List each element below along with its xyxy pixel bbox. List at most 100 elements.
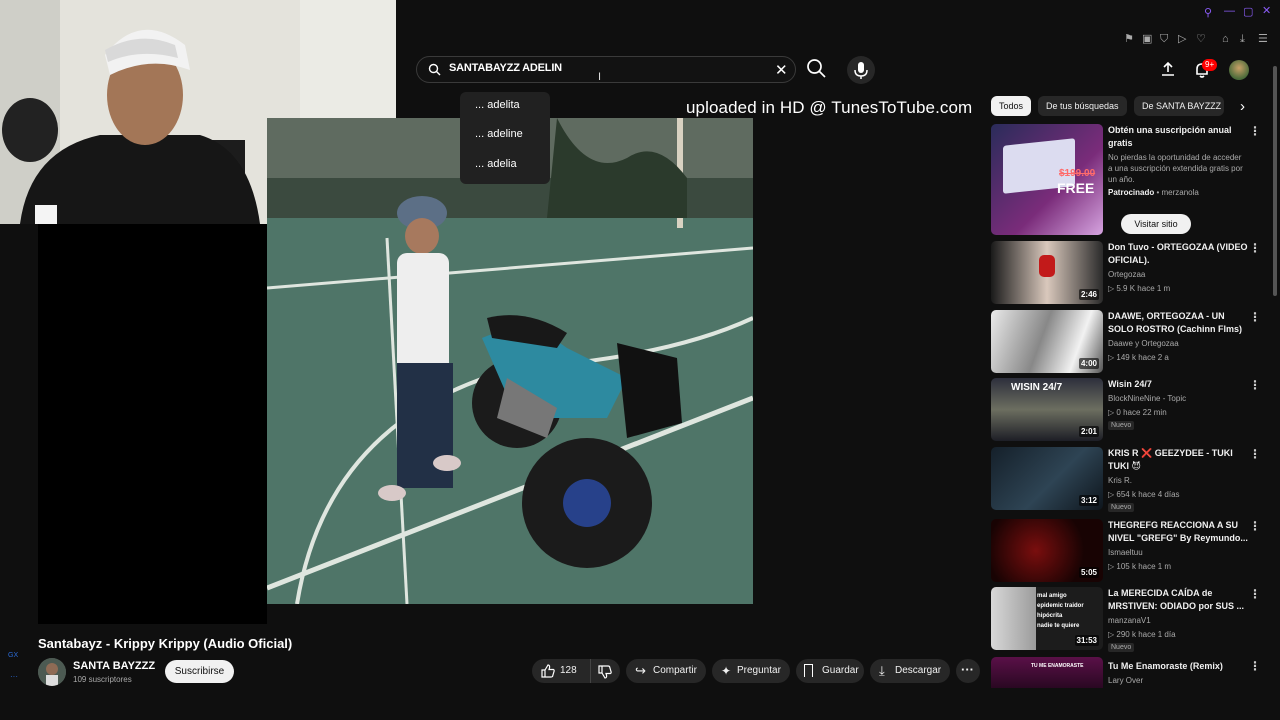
more-options-icon[interactable]: ⋮ — [1249, 124, 1261, 138]
video-meta: ▷ 0 hace 22 min — [1108, 408, 1167, 417]
download-button[interactable]: ⤓ Descargar — [870, 659, 950, 683]
search-bar[interactable]: SANTABAYZZ ADELIN ✕ — [416, 56, 796, 83]
side-app-icon[interactable]: GX — [8, 652, 18, 659]
more-options-icon[interactable]: ⋮ — [1249, 587, 1261, 601]
upload-icon[interactable] — [1159, 60, 1177, 78]
video-title[interactable]: Don Tuvo - ORTEGOZAA (VIDEO OFICIAL). — [1108, 241, 1248, 267]
menu-icon[interactable]: ☰ — [1258, 33, 1268, 45]
ad-thumbnail[interactable]: $199.00 FREE — [991, 124, 1103, 235]
maximize-icon[interactable]: ▢ — [1243, 6, 1253, 18]
chevron-right-icon[interactable]: › — [1240, 98, 1245, 115]
subscribe-button[interactable]: Suscribirse — [165, 660, 234, 683]
play-icon[interactable]: ▷ — [1178, 33, 1186, 45]
video-thumbnail[interactable]: mal amigo epidemic traidor hipócrita nad… — [991, 587, 1103, 650]
view-count: 0 — [1116, 408, 1121, 417]
recommended-video[interactable]: WISIN 24/7 2:01 Wisin 24/7 BlockNineNine… — [991, 378, 1261, 443]
chip-from-searches[interactable]: De tus búsquedas — [1038, 96, 1127, 116]
video-thumbnail[interactable]: WISIN 24/7 2:01 — [991, 378, 1103, 441]
close-window-icon[interactable]: ✕ — [1262, 5, 1271, 17]
channel-name[interactable]: BlockNineNine - Topic — [1108, 394, 1186, 403]
recommended-video[interactable]: 4:00 DAAWE, ORTEGOZAA - UN SOLO ROSTRO (… — [991, 310, 1261, 375]
video-title[interactable]: THEGREFG REACCIONA A SU NIVEL "GREFG" By… — [1108, 519, 1248, 545]
visit-site-button[interactable]: Visitar sitio — [1121, 214, 1191, 234]
ask-button[interactable]: ✦ Preguntar — [712, 659, 790, 683]
side-more-icon[interactable]: ··· — [10, 672, 18, 681]
save-button[interactable]: Guardar — [796, 659, 864, 683]
video-title[interactable]: DAAWE, ORTEGOZAA - UN SOLO ROSTRO (Cachi… — [1108, 310, 1248, 336]
new-badge: Nuevo — [1108, 643, 1135, 652]
suggestion-item[interactable]: ... adeline — [475, 128, 523, 140]
sponsored-ad[interactable]: $199.00 FREE Obtén una suscripción anual… — [991, 124, 1261, 239]
minimize-icon[interactable]: — — [1224, 5, 1235, 17]
search-suggestions-dropdown: ... adelita ... adeline ... adelia — [460, 92, 550, 184]
ad-title[interactable]: Obtén una suscripción anual gratis — [1108, 124, 1248, 150]
channel-name[interactable]: Ortegozaa — [1108, 270, 1145, 279]
share-label: Compartir — [653, 665, 697, 676]
video-player-letterbox[interactable] — [38, 224, 267, 624]
download-icon[interactable]: ⤓ — [1240, 33, 1245, 45]
like-button[interactable]: 128 — [532, 659, 587, 683]
thumbs-down-icon — [598, 665, 612, 679]
video-player-background[interactable] — [753, 118, 979, 624]
channel-name[interactable]: SANTA BAYZZZ — [73, 660, 155, 672]
upload-age: hace 1 m — [1137, 284, 1171, 293]
video-title[interactable]: Tu Me Enamoraste (Remix) — [1108, 660, 1248, 673]
recommended-video[interactable]: mal amigo epidemic traidor hipócrita nad… — [991, 587, 1261, 652]
more-options-icon[interactable]: ⋮ — [1249, 447, 1261, 461]
extension-icon[interactable]: ▣ — [1142, 33, 1152, 45]
channel-name[interactable]: Lary Over — [1108, 676, 1143, 685]
filter-chips: Todos De tus búsquedas De SANTA BAYZZZ › — [991, 96, 1261, 116]
channel-avatar[interactable] — [38, 658, 66, 686]
save-label: Guardar — [822, 665, 859, 676]
channel-name[interactable]: Daawe y Ortegozaa — [1108, 339, 1179, 348]
video-thumbnail[interactable]: 5:05 — [991, 519, 1103, 582]
video-thumbnail[interactable]: 4:00 — [991, 310, 1103, 373]
video-thumbnail[interactable]: 3:12 — [991, 447, 1103, 510]
more-options-icon[interactable]: ⋮ — [1249, 310, 1261, 324]
more-options-icon[interactable]: ⋮ — [1249, 378, 1261, 392]
channel-name[interactable]: Ismaeltuu — [1108, 548, 1143, 557]
shield-icon[interactable]: ⛉ — [1160, 33, 1168, 45]
microphone-icon — [854, 62, 868, 79]
recommended-video[interactable]: 2:46 Don Tuvo - ORTEGOZAA (VIDEO OFICIAL… — [991, 241, 1261, 306]
suggestion-item[interactable]: ... adelita — [475, 99, 520, 111]
voice-search-button[interactable] — [847, 56, 875, 84]
channel-name[interactable]: Kris R. — [1108, 476, 1132, 485]
video-title: Santabayz - Krippy Krippy (Audio Oficial… — [38, 636, 293, 651]
suggestion-item[interactable]: ... adelia — [475, 158, 517, 170]
video-title[interactable]: KRIS R ❌ GEEZYDEE - TUKI TUKI 😈 — [1108, 447, 1248, 473]
video-duration: 3:12 — [1078, 495, 1099, 506]
video-thumbnail[interactable]: 2:46 — [991, 241, 1103, 304]
dislike-button[interactable] — [590, 659, 618, 683]
video-player[interactable] — [267, 118, 753, 604]
more-options-icon[interactable]: ⋮ — [1249, 519, 1261, 533]
clear-search-icon[interactable]: ✕ — [775, 61, 788, 79]
video-meta: ▷ 654 k hace 4 días — [1108, 490, 1180, 499]
search-input[interactable]: SANTABAYZZ ADELIN — [449, 62, 562, 74]
more-actions-button[interactable]: ··· — [956, 659, 980, 683]
video-thumbnail[interactable]: TU ME ENAMORASTE — [991, 657, 1103, 688]
more-options-icon[interactable]: ⋮ — [1249, 659, 1261, 673]
page-scrollbar[interactable] — [1272, 56, 1278, 686]
upload-age: hace 1 m — [1138, 562, 1172, 571]
search-button[interactable] — [805, 57, 829, 81]
more-options-icon[interactable]: ⋮ — [1249, 241, 1261, 255]
chip-from-channel[interactable]: De SANTA BAYZZZ — [1134, 96, 1224, 116]
recommended-video[interactable]: TU ME ENAMORASTE Tu Me Enamoraste (Remix… — [991, 657, 1261, 688]
chip-all[interactable]: Todos — [991, 96, 1032, 116]
lock-icon[interactable]: ⌂ — [1222, 33, 1229, 45]
channel-name[interactable]: manzanaV1 — [1108, 616, 1151, 625]
share-button[interactable]: ↪ Compartir — [626, 659, 706, 683]
recommended-video[interactable]: 3:12 KRIS R ❌ GEEZYDEE - TUKI TUKI 😈 Kri… — [991, 447, 1261, 512]
ad-description: No pierdas la oportunidad de acceder a u… — [1108, 153, 1243, 184]
heart-icon[interactable]: ♡ — [1196, 33, 1206, 45]
scrollbar-thumb[interactable] — [1273, 66, 1277, 296]
recommended-video[interactable]: 5:05 THEGREFG REACCIONA A SU NIVEL "GREF… — [991, 519, 1261, 584]
video-title[interactable]: Wisin 24/7 — [1108, 378, 1248, 391]
video-duration: 2:01 — [1078, 426, 1099, 437]
search-icon[interactable]: ⚲ — [1204, 7, 1212, 19]
extension-icon[interactable]: ⚑ — [1124, 33, 1134, 45]
account-avatar[interactable] — [1229, 60, 1249, 80]
video-title[interactable]: La MERECIDA CAÍDA de MRSTIVEN: ODIADO po… — [1108, 587, 1248, 613]
more-icon: ··· — [961, 662, 974, 677]
